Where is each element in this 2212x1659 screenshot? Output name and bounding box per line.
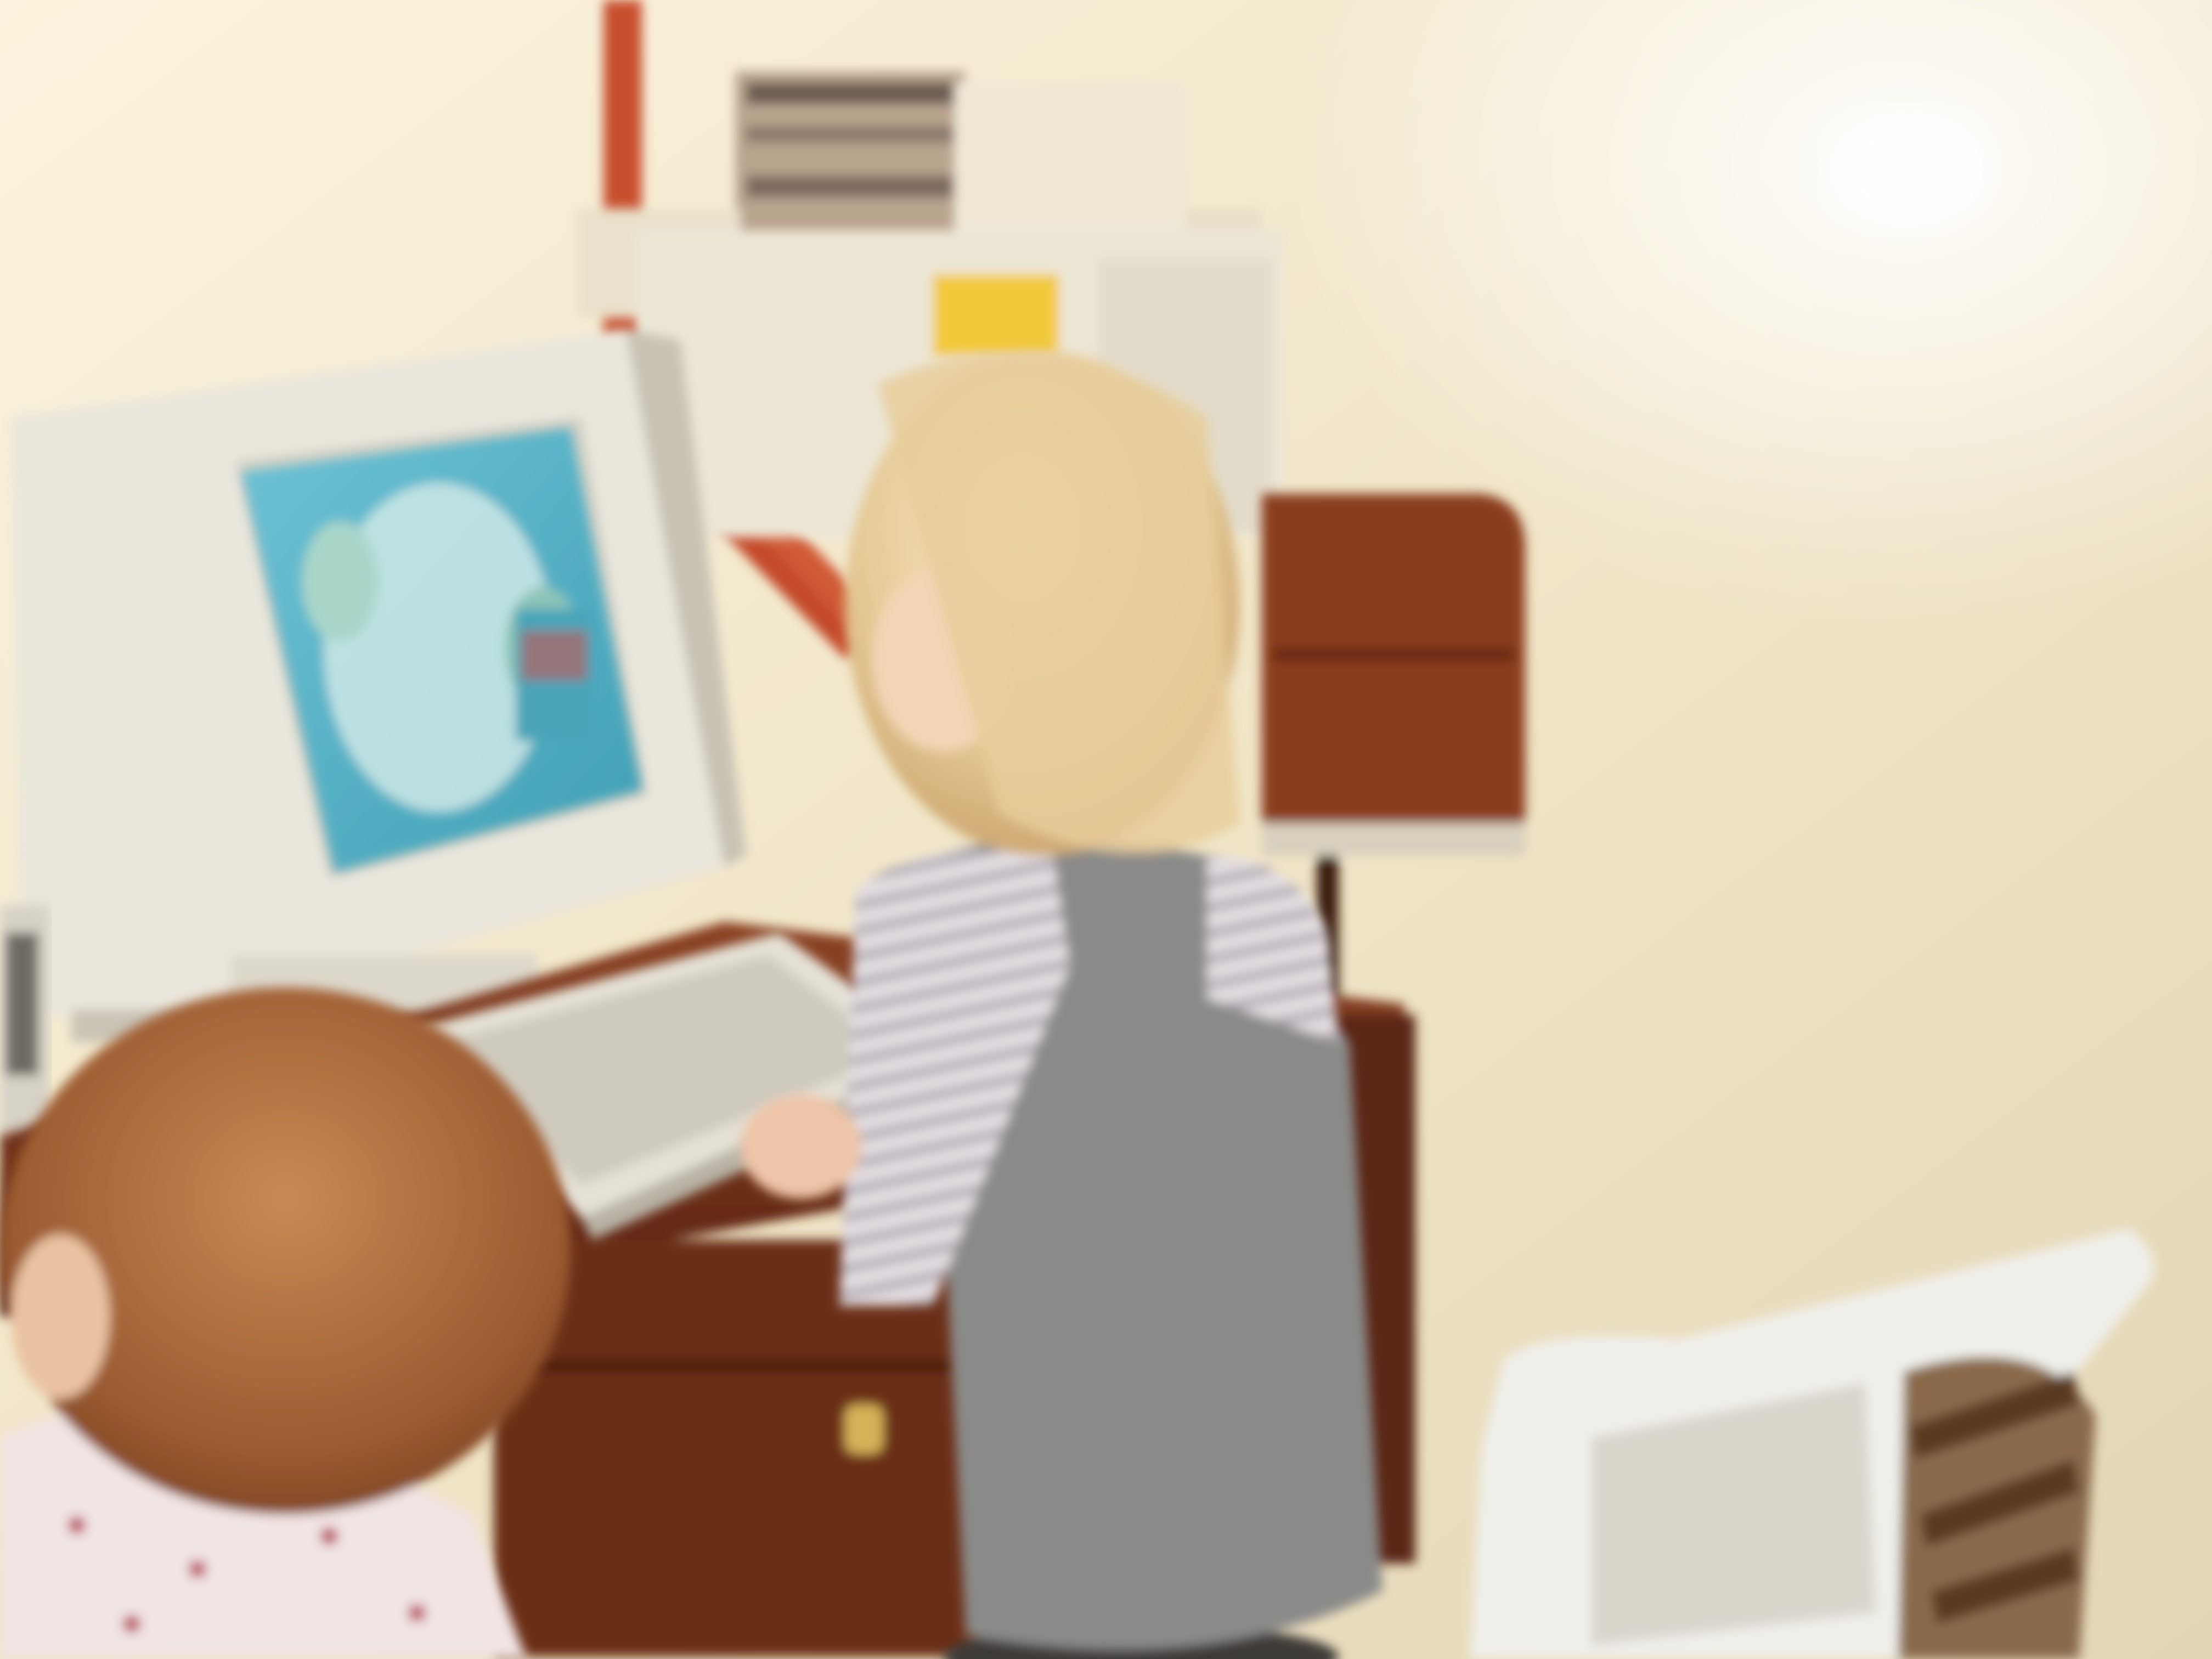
blond-child-hand xyxy=(741,1094,861,1199)
speaker xyxy=(0,905,49,1136)
photo-scene xyxy=(0,0,2212,1659)
drawer-handle xyxy=(845,1404,883,1454)
flash-hotspot xyxy=(1827,110,1991,230)
yellow-sticker xyxy=(933,274,1059,357)
red-haired-child xyxy=(0,988,571,1659)
